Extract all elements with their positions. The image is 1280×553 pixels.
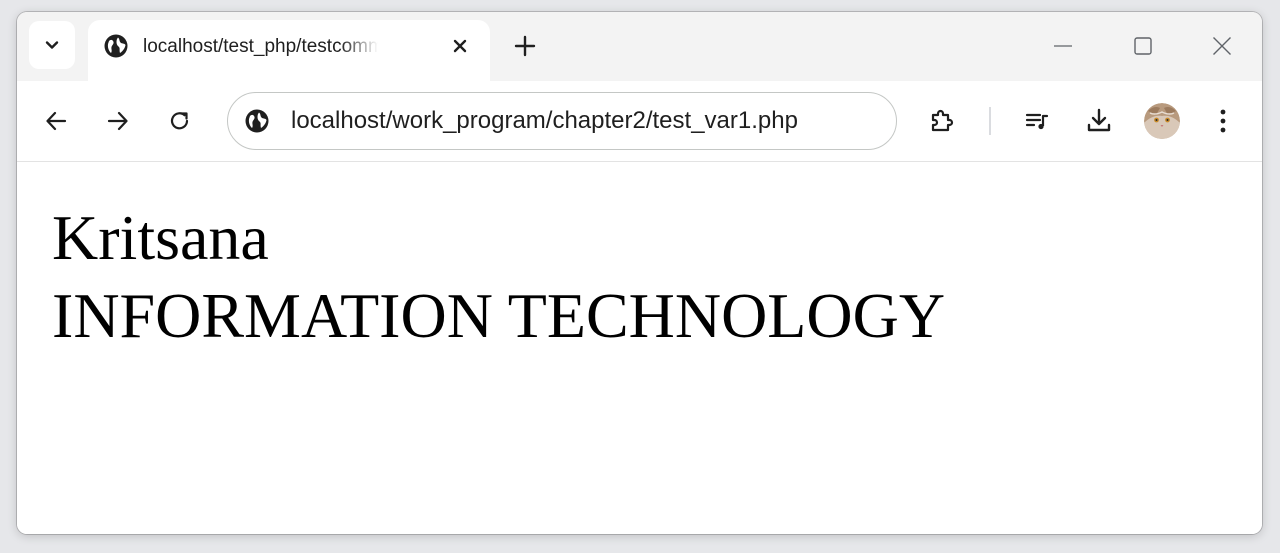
toolbar-separator bbox=[989, 107, 991, 135]
back-button[interactable] bbox=[39, 104, 73, 138]
download-button[interactable] bbox=[1082, 104, 1116, 138]
url-text[interactable]: localhost/work_program/chapter2/test_var… bbox=[291, 107, 798, 135]
tab-search-button[interactable] bbox=[29, 21, 75, 69]
page-content: Kritsana INFORMATION TECHNOLOGY bbox=[17, 162, 1262, 534]
extensions-icon bbox=[931, 109, 954, 132]
reload-icon bbox=[170, 112, 189, 130]
maximize-button[interactable] bbox=[1128, 31, 1158, 61]
page-text-line2: INFORMATION TECHNOLOGY bbox=[52, 280, 946, 351]
maximize-icon bbox=[1134, 37, 1152, 55]
forward-arrow-icon bbox=[107, 111, 128, 131]
close-icon bbox=[453, 39, 467, 53]
forward-button[interactable] bbox=[101, 104, 135, 138]
tab-title: localhost/test_php/testcomment.php bbox=[143, 36, 378, 57]
toolbar: localhost/work_program/chapter2/test_var… bbox=[17, 81, 1262, 162]
more-menu-icon bbox=[1220, 109, 1226, 133]
more-menu-button[interactable] bbox=[1206, 104, 1240, 138]
site-info-icon[interactable] bbox=[244, 108, 270, 134]
new-tab-button[interactable] bbox=[510, 31, 540, 61]
tab-active[interactable]: localhost/test_php/testcomment.php bbox=[88, 20, 490, 82]
minimize-icon bbox=[1054, 45, 1072, 47]
plus-icon bbox=[514, 35, 536, 57]
close-icon bbox=[1213, 37, 1231, 55]
address-bar[interactable]: localhost/work_program/chapter2/test_var… bbox=[227, 92, 897, 150]
page-text-line1: Kritsana bbox=[52, 202, 269, 273]
tab-close-button[interactable] bbox=[447, 33, 473, 59]
close-window-button[interactable] bbox=[1207, 31, 1237, 61]
profile-avatar[interactable] bbox=[1144, 103, 1180, 139]
tab-strip: localhost/test_php/testcomment.php bbox=[17, 12, 1262, 82]
globe-icon bbox=[104, 34, 128, 58]
back-arrow-icon bbox=[46, 111, 67, 131]
chevron-down-icon bbox=[45, 41, 59, 49]
cat-avatar-icon bbox=[1144, 103, 1180, 139]
browser-window: localhost/test_php/testcomment.php bbox=[17, 12, 1262, 534]
reading-list-button[interactable] bbox=[1020, 104, 1054, 138]
minimize-button[interactable] bbox=[1048, 31, 1078, 61]
reading-list-icon bbox=[1025, 113, 1049, 130]
reload-button[interactable] bbox=[163, 104, 197, 138]
download-icon bbox=[1087, 108, 1111, 132]
extensions-button[interactable] bbox=[925, 104, 959, 138]
